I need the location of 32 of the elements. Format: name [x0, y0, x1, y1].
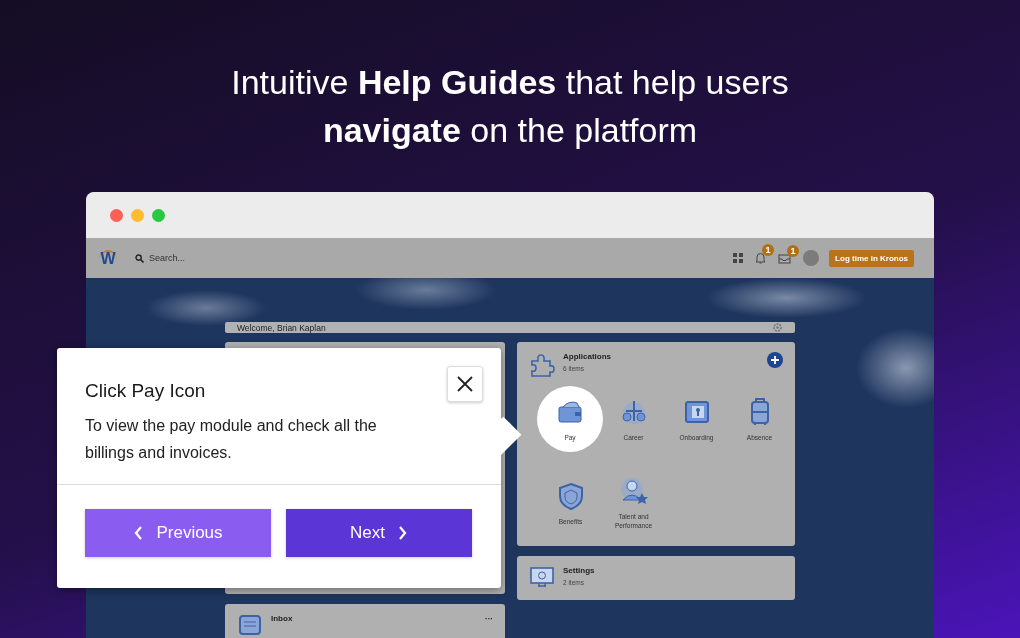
bell-icon[interactable]: [755, 252, 767, 264]
welcome-text: Welcome, Brian Kaplan: [237, 322, 326, 333]
card-title: Applications: [563, 352, 611, 361]
close-window-icon[interactable]: [110, 208, 123, 222]
add-icon[interactable]: [767, 352, 783, 368]
app-icon: [618, 476, 649, 506]
search-icon: [135, 253, 144, 263]
inbox-badge: 1: [787, 244, 800, 257]
log-time-button[interactable]: Log time in Kronos: [829, 249, 914, 267]
headline: Intuitive Help Guides that help users navigate on the platform: [230, 62, 790, 151]
notification-badge: 1: [762, 244, 775, 256]
chevron-icon: [133, 525, 145, 541]
more-menu[interactable]: ···: [485, 614, 493, 623]
close-icon: [456, 375, 474, 393]
logo[interactable]: W: [99, 250, 117, 266]
inbox-icon[interactable]: [778, 252, 792, 264]
close-button[interactable]: [447, 366, 483, 402]
next-button[interactable]: Next: [286, 509, 472, 557]
avatar[interactable]: [803, 250, 820, 266]
puzzle-icon: [529, 352, 555, 378]
card-title: Settings: [563, 566, 595, 575]
search-field[interactable]: Search...: [149, 253, 249, 263]
chevron-icon: [397, 525, 408, 541]
inbox-tray-icon: [237, 614, 263, 636]
guide-title: Click Pay Icon: [85, 380, 206, 402]
grid-icon[interactable]: [733, 253, 744, 263]
card-title: Inbox: [271, 614, 293, 623]
previous-button[interactable]: Previous: [85, 509, 271, 557]
guide-text: To view the pay module and check all the billings and invoices.: [84, 416, 378, 463]
maximize-window-icon[interactable]: [152, 208, 165, 222]
monitor-icon: [529, 566, 555, 590]
settings-icon[interactable]: [772, 322, 783, 333]
